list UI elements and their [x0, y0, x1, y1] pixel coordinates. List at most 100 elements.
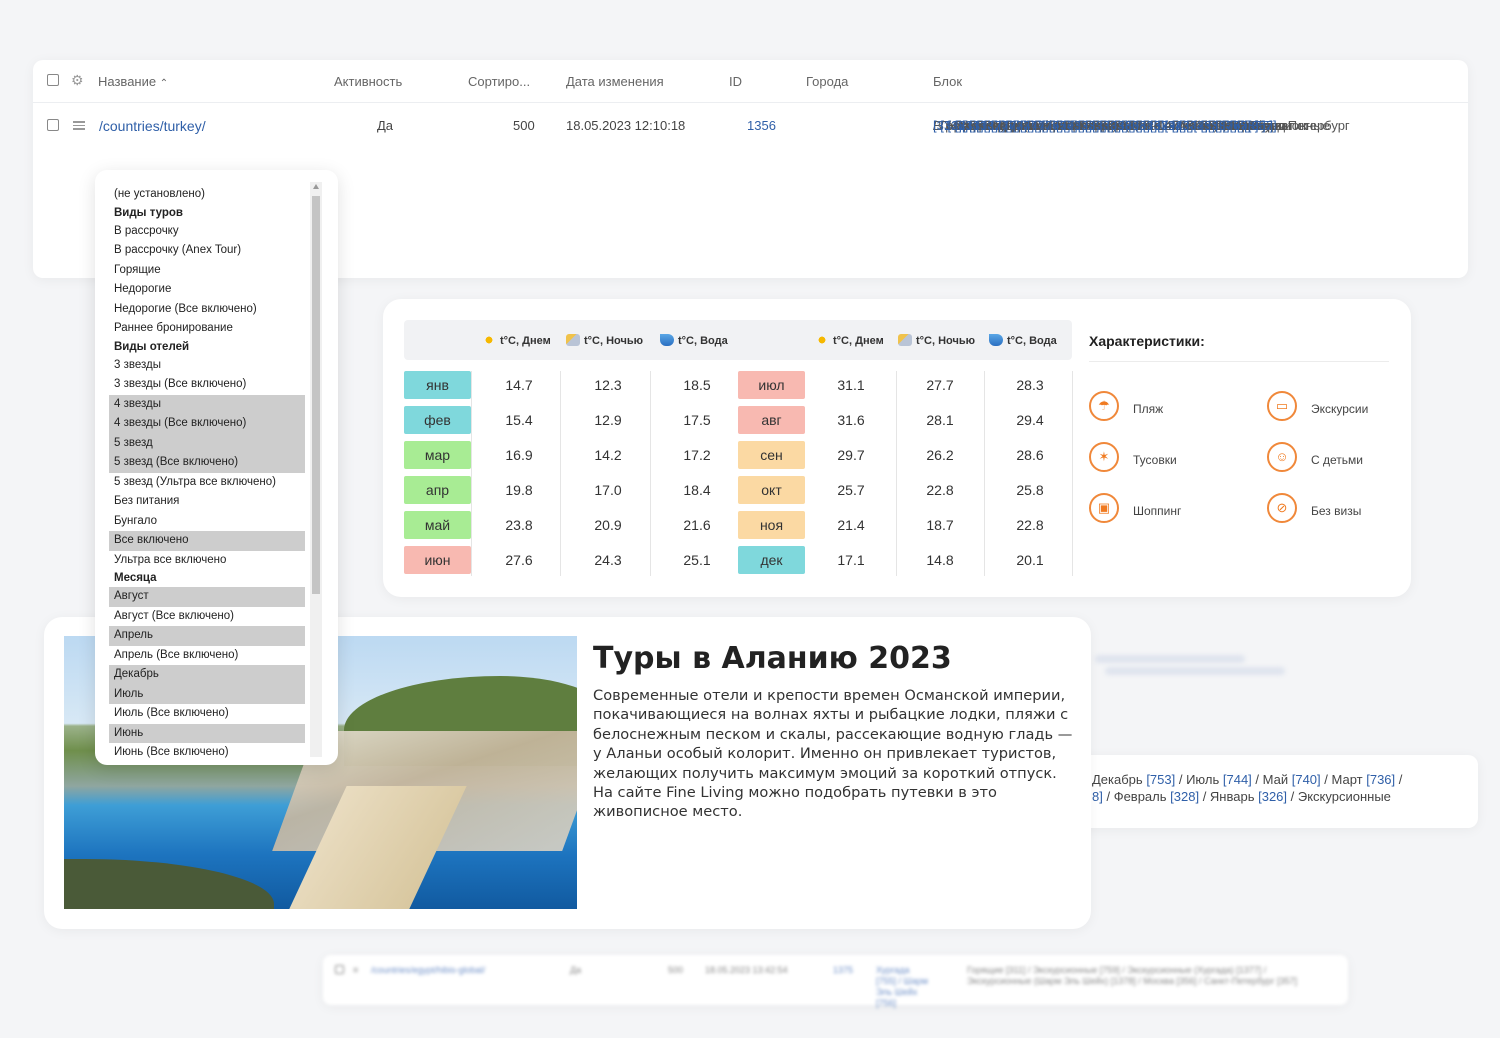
dropdown-option[interactable]: Август	[109, 587, 305, 607]
scroll-up-icon[interactable]	[313, 184, 319, 189]
column-header-name[interactable]: Название ⌃	[98, 74, 168, 89]
column-header-id[interactable]: ID	[729, 74, 742, 89]
dropdown-scrollbar[interactable]	[310, 182, 322, 757]
dropdown-option[interactable]: Недорогие (Все включено)	[109, 300, 305, 320]
dropdown-group-label: Виды отелей	[114, 340, 190, 353]
temp-night: 28.1	[926, 412, 954, 428]
row-modified: 18.05.2023 12:10:18	[566, 118, 686, 133]
dropdown-list: (не установлено) Виды туров В рассрочку В р…	[109, 185, 305, 763]
fragment-line-1: Декабрь [753] / Июль [744] / Май [740] /…	[1092, 772, 1403, 787]
row-sort: 500	[668, 965, 684, 975]
temp-night: 22.8	[926, 482, 954, 498]
dropdown-option[interactable]: Июнь	[109, 723, 305, 743]
block-name: Февраль	[1113, 789, 1167, 804]
characteristic-label: Без визы	[1311, 504, 1362, 518]
dropdown-option[interactable]: 3 звезды (Все включено)	[109, 375, 305, 395]
row-name-link[interactable]: /countries/turkey/	[99, 118, 206, 134]
dropdown-option[interactable]: Июнь (Все включено)	[109, 743, 305, 763]
dropdown-option[interactable]: В рассрочку	[109, 222, 305, 242]
block-id-link[interactable]: [744]	[1223, 772, 1252, 787]
temp-day: 17.1	[837, 552, 865, 568]
column-header-sort[interactable]: Сортиро...	[468, 74, 530, 89]
temp-night: 17.0	[594, 482, 622, 498]
dropdown-option[interactable]: Декабрь	[109, 665, 305, 685]
dropdown-option[interactable]: 3 звезды	[109, 356, 305, 376]
characteristics-title: Характеристики:	[1089, 333, 1205, 349]
dropdown-option[interactable]: Без питания	[109, 492, 305, 512]
temp-day: 25.7	[837, 482, 865, 498]
temp-water: 18.5	[683, 377, 711, 393]
block-id-link[interactable]: [736]	[1366, 772, 1395, 787]
column-header-cities[interactable]: Города	[806, 74, 848, 89]
month-badge: мар	[404, 441, 471, 469]
temp-day: 16.9	[505, 447, 533, 463]
characteristic-label: Шоппинг	[1133, 504, 1182, 518]
block-id-link[interactable]: [753]	[1146, 772, 1175, 787]
column-header-block[interactable]: Блок	[933, 74, 962, 89]
column-header-modified[interactable]: Дата изменения	[566, 74, 664, 89]
select-all-checkbox[interactable]	[47, 74, 59, 86]
month-badge: июн	[404, 546, 471, 574]
beach-umbrella-icon: ☂	[1089, 391, 1119, 421]
block-id-link[interactable]: 8]	[1092, 789, 1103, 804]
block-id-link[interactable]: [328]	[1170, 789, 1199, 804]
row-id-link[interactable]: 1356	[747, 118, 776, 133]
temp-water: 29.4	[1016, 412, 1044, 428]
temp-night: 26.2	[926, 447, 954, 463]
temp-day: 29.7	[837, 447, 865, 463]
row-id-link[interactable]: 1375	[833, 965, 853, 975]
row-modified: 18.05.2023 13:42:54	[705, 965, 788, 975]
row-menu-icon[interactable]: ≡	[353, 965, 358, 975]
dropdown-option[interactable]: Август (Все включено)	[109, 607, 305, 627]
temp-water: 25.8	[1016, 482, 1044, 498]
temp-water: 22.8	[1016, 517, 1044, 533]
block-id-link[interactable]: [740]	[1292, 772, 1321, 787]
column-header-active[interactable]: Активность	[334, 74, 402, 89]
month-badge: апр	[404, 476, 471, 504]
block-id-link[interactable]: [326]	[1258, 789, 1287, 804]
block-id-link[interactable]: [357]	[1248, 118, 1277, 133]
gear-icon[interactable]: ⚙	[71, 72, 84, 89]
row-active: Да	[570, 965, 582, 975]
dropdown-option[interactable]: Раннее бронирование	[109, 319, 305, 339]
characteristic-label: Экскурсии	[1311, 402, 1369, 416]
month-badge: фев	[404, 406, 471, 434]
dropdown-option[interactable]: (не установлено)	[109, 185, 305, 205]
dropdown-option[interactable]: Апрель	[109, 626, 305, 646]
no-visa-icon: ⊘	[1267, 493, 1297, 523]
dropdown-option[interactable]: 5 звезд	[109, 433, 305, 453]
dropdown-option[interactable]: Апрель (Все включено)	[109, 646, 305, 666]
dropdown-option[interactable]: Недорогие	[109, 280, 305, 300]
blurred-text	[1095, 655, 1245, 663]
temp-water: 18.4	[683, 482, 711, 498]
dropdown-option[interactable]: 4 звезды	[109, 394, 305, 414]
sort-asc-icon: ⌃	[159, 78, 169, 89]
dropdown-option[interactable]: Горящие	[109, 261, 305, 281]
section-dropdown[interactable]: (не установлено) Виды туров В рассрочку В р…	[95, 170, 338, 765]
bus-icon: ▭	[1267, 391, 1297, 421]
temp-water: 17.5	[683, 412, 711, 428]
row-name-link[interactable]: /countries/egypt/hibis-global/	[371, 965, 485, 975]
row-menu-icon[interactable]	[73, 119, 85, 132]
temp-day: 23.8	[505, 517, 533, 533]
row-checkbox[interactable]	[47, 119, 59, 131]
temp-night: 14.8	[926, 552, 954, 568]
dropdown-option[interactable]: Все включено	[109, 531, 305, 551]
row-checkbox[interactable]	[335, 965, 344, 974]
scrollbar-thumb[interactable]	[312, 196, 320, 594]
sun-icon	[815, 334, 829, 346]
dropdown-option[interactable]: 5 звезд (Все включено)	[109, 453, 305, 473]
dropdown-option[interactable]: Июль	[109, 684, 305, 704]
dropdown-option[interactable]: 4 звезды (Все включено)	[109, 414, 305, 434]
dropdown-option[interactable]: Ультра все включено	[109, 551, 305, 571]
dropdown-option[interactable]: Июль (Все включено)	[109, 704, 305, 724]
header-day-right: t°C, Днем	[815, 334, 884, 347]
dropdown-option[interactable]: 5 звезд (Ультра все включено)	[109, 473, 305, 493]
temp-night: 12.3	[594, 377, 622, 393]
characteristic-label: Пляж	[1133, 402, 1164, 416]
month-badge: июл	[738, 371, 805, 399]
dropdown-option[interactable]: Бунгало	[109, 512, 305, 532]
header-day-left: t°C, Днем	[482, 334, 551, 347]
dropdown-group-label: Виды туров	[114, 206, 183, 219]
dropdown-option[interactable]: В рассрочку (Anex Tour)	[109, 241, 305, 261]
